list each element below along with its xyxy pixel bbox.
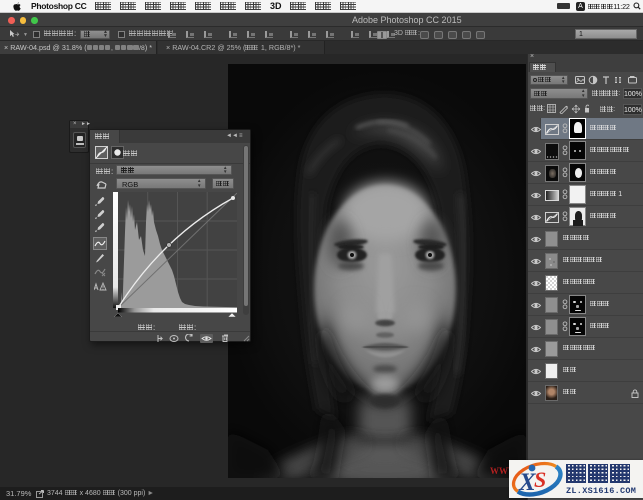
svg-text:S: S xyxy=(534,467,546,492)
